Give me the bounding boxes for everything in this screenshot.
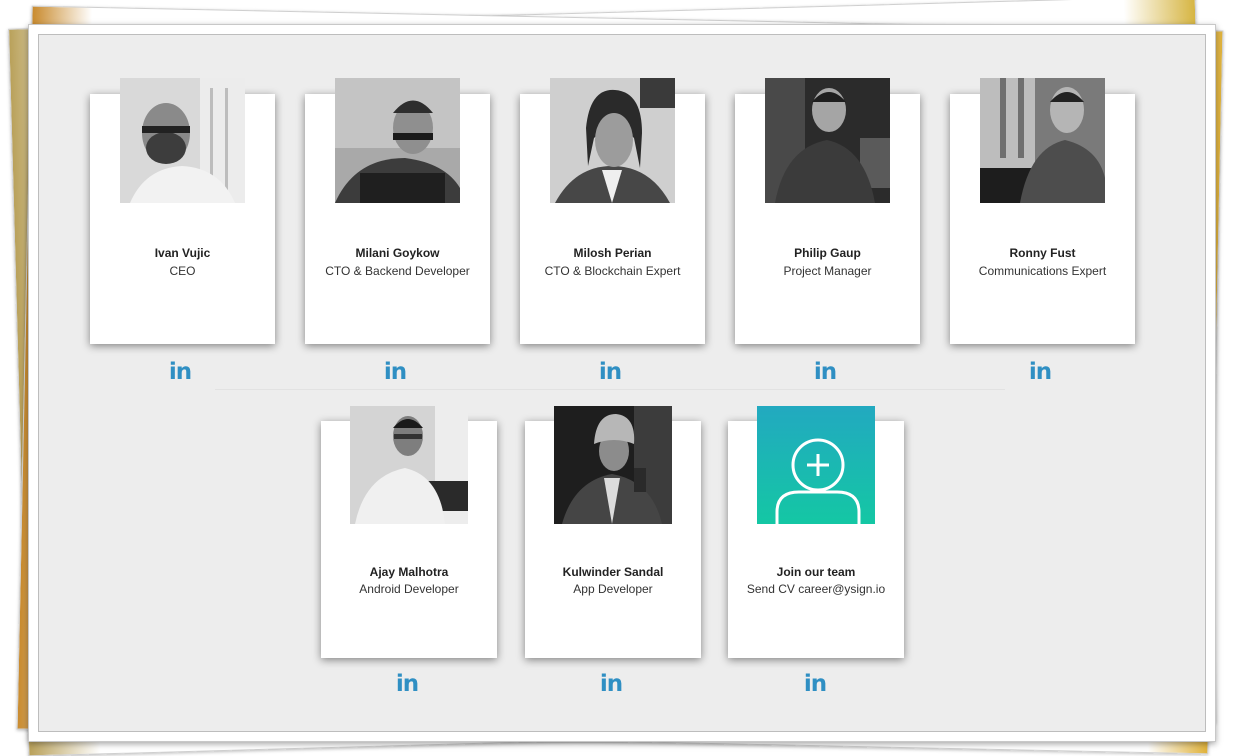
member-photo <box>980 78 1105 203</box>
linkedin-icon[interactable]: in <box>380 359 410 385</box>
member-photo <box>335 78 460 203</box>
member-name: Ivan Vujic <box>154 246 211 260</box>
member-name: Milani Goykow <box>355 246 440 260</box>
linkedin-icon[interactable]: in <box>165 359 195 385</box>
member-name: Ronny Fust <box>1009 246 1076 260</box>
member-name: Philip Gaup <box>794 246 861 260</box>
member-photo <box>550 78 675 203</box>
linkedin-icon[interactable]: in <box>1025 359 1055 385</box>
row-divider <box>215 389 1005 390</box>
member-name: Milosh Perian <box>573 246 652 260</box>
member-photo <box>554 406 672 524</box>
member-photo <box>120 78 245 203</box>
member-role: CEO <box>169 264 196 278</box>
member-role: CTO & Backend Developer <box>325 264 470 278</box>
member-role: CTO & Blockchain Expert <box>544 264 681 278</box>
member-name: Kulwinder Sandal <box>562 565 664 579</box>
linkedin-icon[interactable]: in <box>810 359 840 385</box>
add-user-icon[interactable] <box>757 406 875 524</box>
join-title: Join our team <box>776 565 856 579</box>
member-role: Android Developer <box>359 582 459 596</box>
join-email[interactable]: Send CV career@ysign.io <box>728 582 904 596</box>
member-photo <box>765 78 890 203</box>
member-name: Ajay Malhotra <box>369 565 449 579</box>
linkedin-icon[interactable]: in <box>596 671 626 697</box>
linkedin-icon[interactable]: in <box>392 671 422 697</box>
linkedin-icon[interactable]: in <box>800 671 830 697</box>
member-photo <box>350 406 468 524</box>
member-role: Communications Expert <box>978 264 1107 278</box>
member-role: Project Manager <box>783 264 872 278</box>
linkedin-icon[interactable]: in <box>595 359 625 385</box>
member-role: App Developer <box>573 582 653 596</box>
